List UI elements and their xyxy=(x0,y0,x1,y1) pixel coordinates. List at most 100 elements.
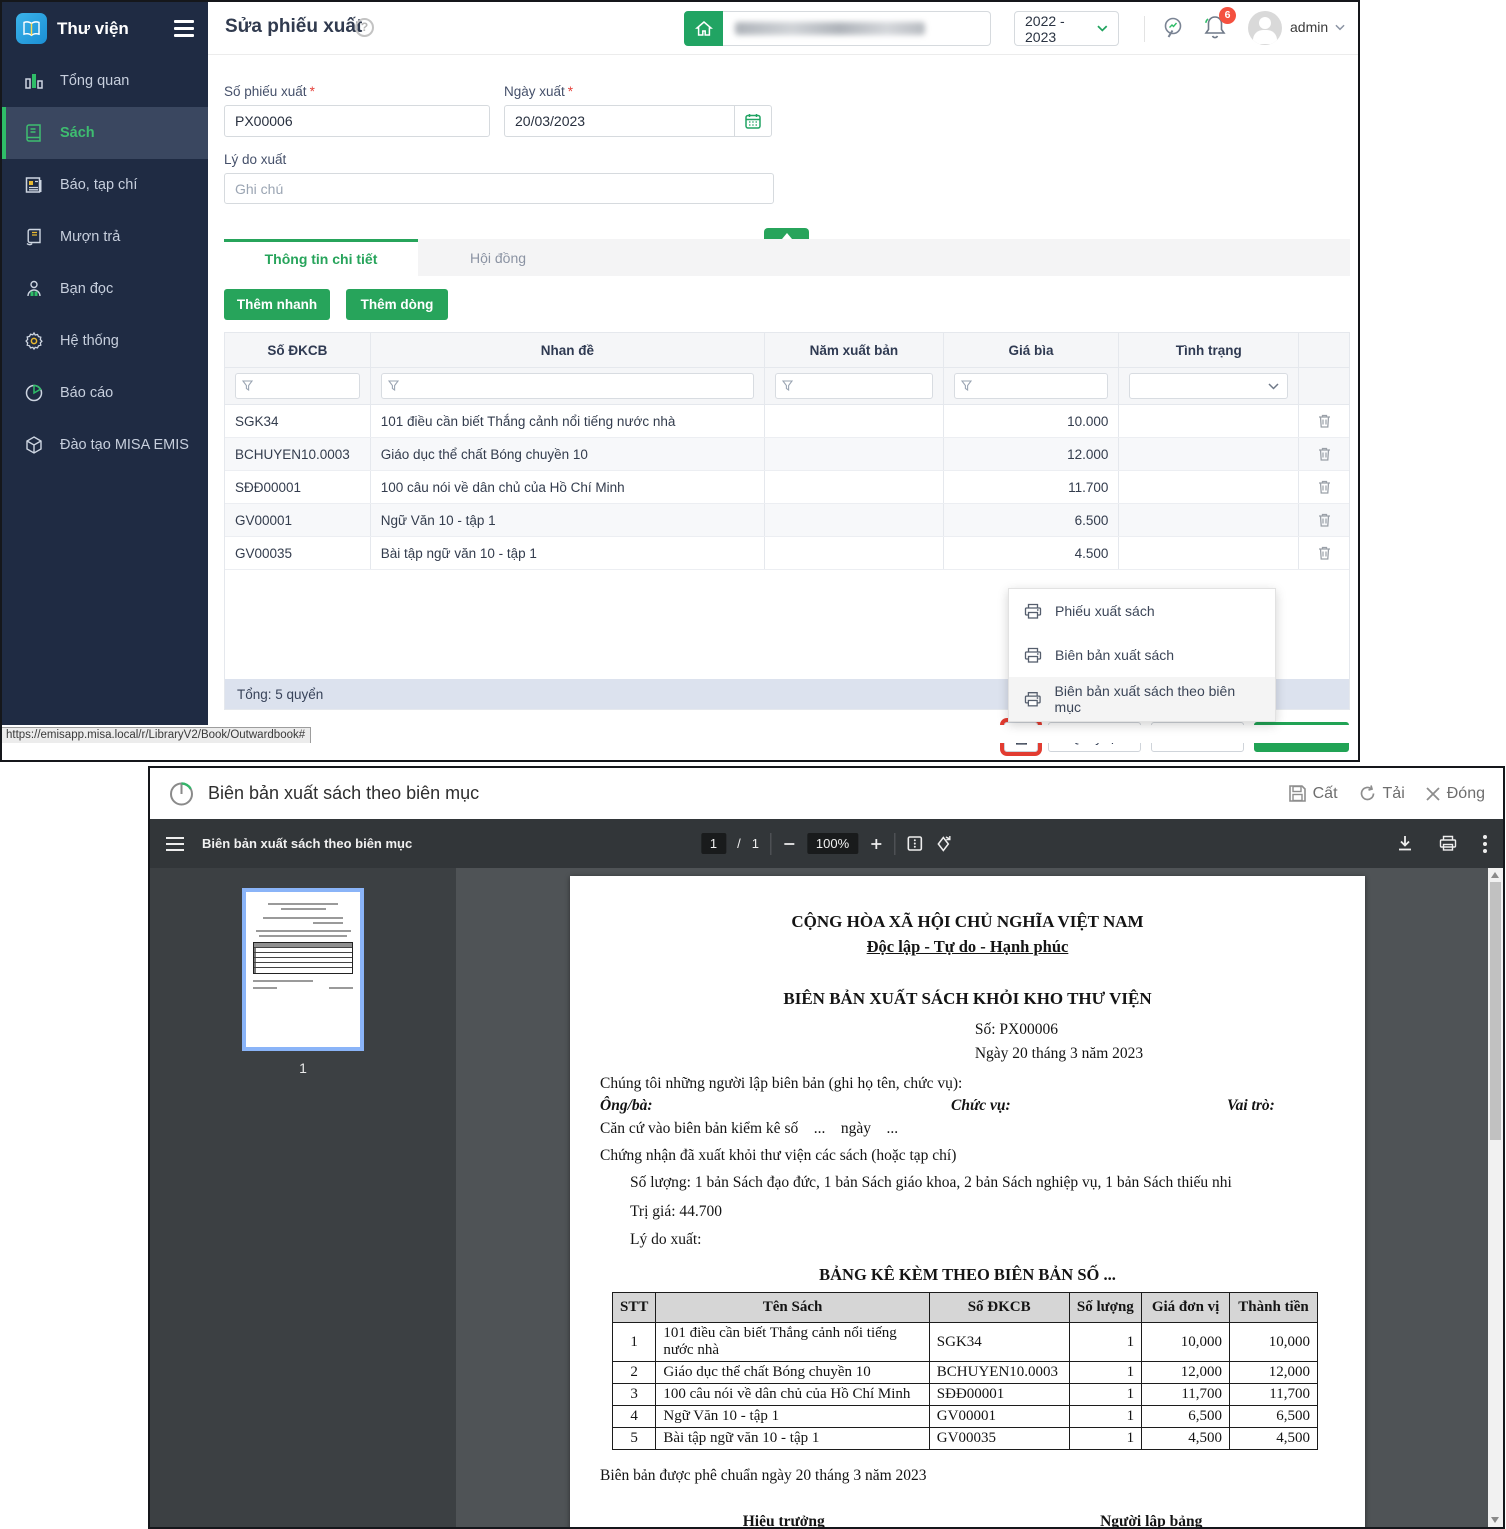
menu-item-label: Biên bản xuất sách theo biên mục xyxy=(1054,683,1236,715)
cell-title: Giáo dục thể chất Bóng chuyền 10 xyxy=(371,438,765,470)
column-header[interactable]: Nhan đề xyxy=(371,333,765,367)
sidebar-item-tong-quan[interactable]: Tổng quan xyxy=(2,55,208,107)
pdf-page-controls: 1 / 1 100% xyxy=(700,832,952,855)
zoom-in-icon[interactable] xyxy=(869,837,883,851)
delete-row-icon[interactable] xyxy=(1317,446,1332,462)
table-row[interactable]: GV00001 Ngữ Văn 10 - tập 1 6.500 xyxy=(225,504,1349,537)
filter-year-input[interactable] xyxy=(775,373,933,399)
doc-national-header: CỘNG HÒA XÃ HỘI CHỦ NGHĨA VIỆT NAM xyxy=(791,912,1144,931)
doc-col-so-dkcb: Số ĐKCB xyxy=(928,1292,1070,1324)
close-dialog-button[interactable]: Đóng xyxy=(1425,784,1485,803)
add-row-button[interactable]: Thêm dòng xyxy=(346,289,448,320)
calendar-icon[interactable] xyxy=(734,105,772,137)
delete-row-icon[interactable] xyxy=(1317,413,1332,429)
pdf-scrollbar[interactable] xyxy=(1488,868,1503,1527)
sidebar: Thư viện Tổng quan Sách Báo, tạp chí Mượ… xyxy=(2,2,208,725)
delete-row-icon[interactable] xyxy=(1317,479,1332,495)
sidebar-item-label: Mượn trả xyxy=(60,229,121,245)
zoom-out-icon[interactable] xyxy=(782,837,796,851)
notifications-button[interactable]: 6 xyxy=(1201,7,1236,43)
sidebar-item-dao-tao[interactable]: Đào tạo MISA EMIS xyxy=(2,419,208,471)
menu-item-bien-ban-xuat-sach-theo-bien-muc[interactable]: Biên bản xuất sách theo biên mục xyxy=(1009,677,1275,721)
home-button[interactable] xyxy=(684,11,723,46)
close-dialog-label: Đóng xyxy=(1446,784,1485,802)
avatar[interactable] xyxy=(1248,11,1282,45)
table-row[interactable]: BCHUYEN10.0003 Giáo dục thể chất Bóng ch… xyxy=(225,438,1349,471)
cell-code: BCHUYEN10.0003 xyxy=(225,438,371,470)
more-options-icon[interactable] xyxy=(1483,834,1487,853)
sidebar-item-bao-cao[interactable]: Báo cáo xyxy=(2,367,208,419)
menu-item-bien-ban-xuat-sach[interactable]: Biên bản xuất sách xyxy=(1009,633,1275,677)
user-menu[interactable]: admin xyxy=(1290,19,1345,35)
scroll-down-icon[interactable] xyxy=(1491,1517,1499,1523)
reason-input[interactable] xyxy=(224,173,774,204)
date-label: Ngày xuất * xyxy=(504,84,574,99)
save-dialog-button[interactable]: Cất xyxy=(1288,784,1338,803)
date-input[interactable] xyxy=(504,105,734,137)
sidebar-toggle-icon[interactable] xyxy=(174,20,194,37)
scroll-up-icon[interactable] xyxy=(1491,872,1499,878)
search-analytics-icon[interactable] xyxy=(1160,15,1188,43)
column-header-actions xyxy=(1299,333,1349,367)
cell-price: 4.500 xyxy=(944,537,1120,569)
sidebar-item-sach[interactable]: Sách xyxy=(2,107,208,159)
help-icon[interactable]: ? xyxy=(355,18,374,37)
cell-title: 101 điều cần biết Thắng cảnh nổi tiếng n… xyxy=(371,405,765,437)
column-header[interactable]: Số ĐKCB xyxy=(225,333,371,367)
sidebar-item-bao-tap-chi[interactable]: Báo, tạp chí xyxy=(2,159,208,211)
cell-title: 100 câu nói về dân chủ của Hồ Chí Minh xyxy=(371,471,765,503)
tab-thong-tin-chi-tiet[interactable]: Thông tin chi tiết xyxy=(224,239,418,276)
fit-page-icon[interactable] xyxy=(906,835,923,852)
sidebar-item-muon-tra[interactable]: Mượn trả xyxy=(2,211,208,263)
report-pie-icon xyxy=(170,782,193,806)
sidebar-item-ban-doc[interactable]: Bạn đọc xyxy=(2,263,208,315)
cube-icon xyxy=(22,435,46,455)
school-year-select[interactable]: 2022 - 2023 xyxy=(1014,11,1119,46)
school-name-input[interactable] xyxy=(723,11,991,46)
cell-code: SGK34 xyxy=(225,405,371,437)
doc-table: STT Tên Sách Số ĐKCB Số lượng Giá đơn vị… xyxy=(611,1292,1318,1451)
doc-meta: Số: PX00006 Ngày 20 tháng 3 năm 2023 xyxy=(975,1018,1335,1066)
delete-row-icon[interactable] xyxy=(1317,545,1332,561)
reader-icon xyxy=(22,279,46,299)
table-row[interactable]: GV00035 Bài tập ngữ văn 10 - tập 1 4.500 xyxy=(225,537,1349,570)
doc-person-name-label: Ông/bà: xyxy=(600,1097,653,1115)
reload-dialog-button[interactable]: Tải xyxy=(1358,784,1405,803)
scrollbar-thumb[interactable] xyxy=(1490,882,1501,1140)
app-logo-icon xyxy=(16,13,47,44)
page-number-box[interactable]: 1 xyxy=(700,833,727,854)
filter-code-input[interactable] xyxy=(235,373,360,399)
number-input[interactable] xyxy=(224,105,490,137)
doc-number: Số: PX00006 xyxy=(974,1021,1058,1038)
column-header[interactable]: Năm xuất bản xyxy=(765,333,944,367)
rotate-icon[interactable] xyxy=(934,835,952,853)
printer-icon xyxy=(1024,647,1042,663)
page-thumbnail[interactable] xyxy=(242,888,364,1051)
cell-price: 11.700 xyxy=(944,471,1120,503)
toolbar-divider xyxy=(769,832,771,855)
cell-title: Ngữ Văn 10 - tập 1 xyxy=(371,504,765,536)
menu-item-phieu-xuat-sach[interactable]: Phiếu xuất sách xyxy=(1009,589,1275,633)
doc-summary: Số lượng: 1 bản Sách đạo đức, 1 bản Sách… xyxy=(630,1169,1335,1255)
filter-title-input[interactable] xyxy=(380,373,754,399)
cell-year xyxy=(765,405,944,437)
pdf-menu-icon[interactable] xyxy=(166,836,184,851)
download-icon[interactable] xyxy=(1397,835,1413,852)
column-header[interactable]: Tình trạng xyxy=(1119,333,1300,367)
print-icon[interactable] xyxy=(1439,835,1457,852)
sidebar-item-label: Báo cáo xyxy=(60,385,114,401)
thumbnail-panel: 1 xyxy=(150,868,456,1527)
dialog-titlebar: Biên bản xuất sách theo biên mục Cất Tải… xyxy=(150,768,1503,819)
tab-hoi-dong[interactable]: Hội đồng xyxy=(418,239,578,276)
table-row[interactable]: SĐĐ00001 100 câu nói về dân chủ của Hồ C… xyxy=(225,471,1349,504)
column-header[interactable]: Giá bìa xyxy=(944,333,1120,367)
add-quick-button[interactable]: Thêm nhanh xyxy=(224,289,330,320)
sidebar-item-he-thong[interactable]: Hệ thống xyxy=(2,315,208,367)
table-row[interactable]: SGK34 101 điều cần biết Thắng cảnh nổi t… xyxy=(225,405,1349,438)
chevron-down-icon xyxy=(1335,24,1345,30)
filter-status-select[interactable] xyxy=(1129,373,1289,399)
cell-status xyxy=(1119,471,1300,503)
delete-row-icon[interactable] xyxy=(1317,512,1332,528)
filter-price-input[interactable] xyxy=(953,373,1109,399)
zoom-level-box[interactable]: 100% xyxy=(806,833,859,854)
